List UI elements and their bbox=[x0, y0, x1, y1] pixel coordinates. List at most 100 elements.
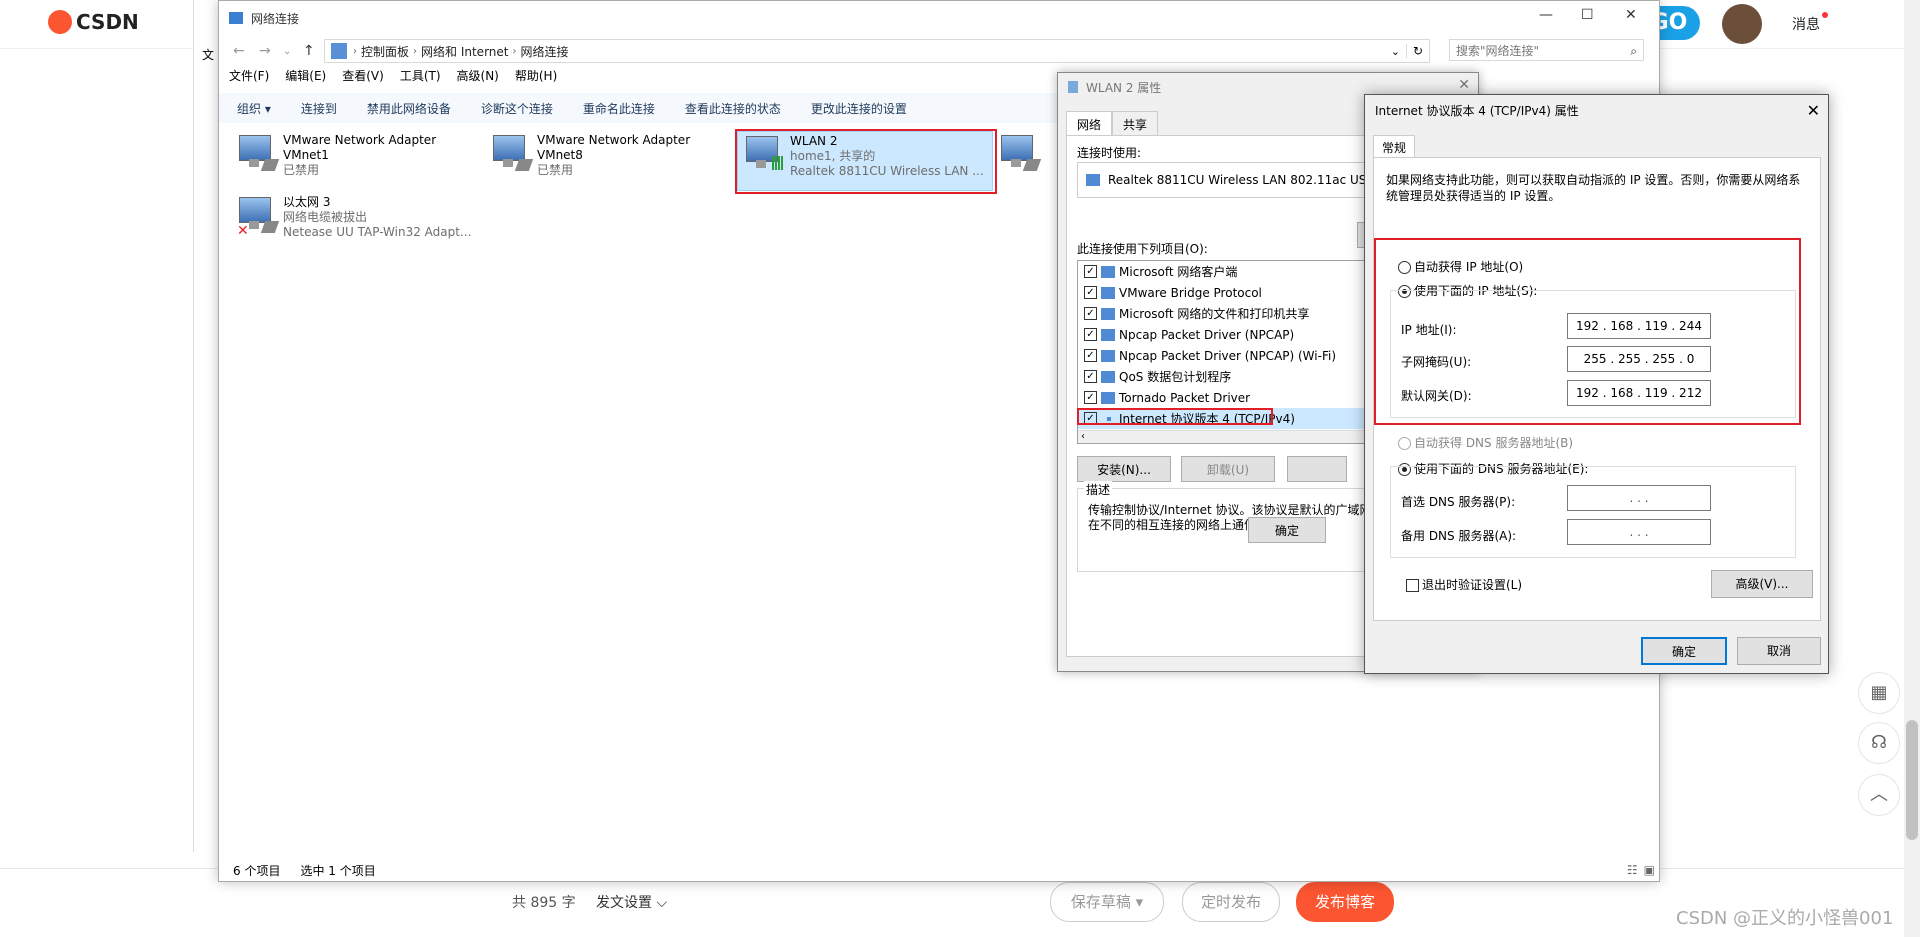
list-item-label: Npcap Packet Driver (NPCAP) bbox=[1119, 327, 1295, 342]
view-toggle-icons[interactable]: ☷▣ bbox=[1627, 863, 1661, 877]
auto-dns-radio[interactable]: 自动获得 DNS 服务器地址(B) bbox=[1398, 434, 1573, 451]
checkbox[interactable]: ✓ bbox=[1084, 328, 1097, 341]
close-icon[interactable]: ✕ bbox=[1807, 101, 1820, 120]
radio-button[interactable] bbox=[1398, 261, 1411, 274]
ok-button[interactable]: 确定 bbox=[1641, 637, 1727, 665]
network-adapter-icon bbox=[491, 133, 534, 173]
word-count: 共 895 字 bbox=[512, 895, 576, 911]
adapter-status: Netease UU TAP-Win32 Adapt... bbox=[283, 225, 472, 239]
headset-icon[interactable]: ☊ bbox=[1858, 722, 1900, 764]
preferred-dns-field[interactable]: . . . bbox=[1567, 485, 1711, 511]
menu-bar: 文件(F) 编辑(E) 查看(V) 工具(T) 高级(N) 帮助(H) bbox=[219, 67, 557, 91]
auto-ip-radio[interactable]: 自动获得 IP 地址(O) bbox=[1398, 258, 1523, 275]
breadcrumb-control-panel[interactable]: 控制面板 bbox=[361, 43, 409, 60]
adapter-status: 已禁用 bbox=[537, 163, 574, 177]
menu-view[interactable]: 查看(V) bbox=[342, 67, 384, 91]
page-scrollbar-thumb[interactable] bbox=[1906, 720, 1918, 840]
menu-tools[interactable]: 工具(T) bbox=[400, 67, 441, 91]
qrcode-icon[interactable]: ▦ bbox=[1858, 672, 1900, 714]
dialog-title: WLAN 2 属性 bbox=[1086, 80, 1162, 95]
menu-advanced[interactable]: 高级(N) bbox=[457, 67, 499, 91]
tab-general[interactable]: 常规 bbox=[1373, 135, 1416, 159]
close-icon[interactable]: ✕ bbox=[1625, 7, 1637, 23]
component-icon bbox=[1101, 370, 1115, 383]
subnet-mask-field[interactable]: 255 . 255 . 255 . 0 bbox=[1567, 346, 1711, 372]
adapter-vmnet1[interactable]: VMware Network Adapter VMnet1 已禁用 bbox=[237, 133, 436, 178]
list-item-label: QoS 数据包计划程序 bbox=[1119, 370, 1232, 384]
checkbox[interactable]: ✓ bbox=[1084, 370, 1097, 383]
alternate-dns-field[interactable]: . . . bbox=[1567, 519, 1711, 545]
back-to-top-icon[interactable]: ︿ bbox=[1858, 774, 1900, 816]
menu-edit[interactable]: 编辑(E) bbox=[285, 67, 326, 91]
avatar[interactable] bbox=[1722, 4, 1762, 44]
csdn-logo[interactable]: CSDN bbox=[48, 10, 139, 34]
adapter-partial[interactable] bbox=[999, 133, 1042, 173]
close-icon[interactable]: ✕ bbox=[1458, 77, 1470, 93]
advanced-button[interactable]: 高级(V)... bbox=[1711, 570, 1813, 598]
search-input[interactable]: 搜索"网络连接" ⌕ bbox=[1449, 39, 1644, 61]
uninstall-button[interactable]: 卸载(U) bbox=[1181, 456, 1275, 482]
checkbox[interactable]: ✓ bbox=[1084, 265, 1097, 278]
up-arrow-icon[interactable]: ↑ bbox=[303, 43, 315, 59]
tab-network[interactable]: 网络 bbox=[1066, 111, 1113, 137]
ok-button[interactable]: 确定 bbox=[1248, 517, 1326, 543]
ipv4-titlebar[interactable]: Internet 协议版本 4 (TCP/IPv4) 属性 bbox=[1365, 95, 1828, 125]
cmd-disable-device[interactable]: 禁用此网络设备 bbox=[367, 100, 451, 117]
component-icon bbox=[1101, 391, 1115, 404]
csdn-logo-icon bbox=[48, 10, 72, 34]
schedule-button[interactable]: 定时发布 bbox=[1182, 882, 1280, 922]
maximize-icon[interactable]: ☐ bbox=[1581, 7, 1594, 23]
component-icon bbox=[1101, 307, 1115, 320]
checkbox[interactable]: ✓ bbox=[1084, 349, 1097, 362]
publish-settings-link[interactable]: 发文设置 ⌵ bbox=[596, 892, 667, 912]
publish-button[interactable]: 发布博客 bbox=[1296, 882, 1394, 922]
highlight-ipv4-item bbox=[1077, 408, 1273, 425]
back-arrow-icon[interactable]: ← bbox=[233, 43, 245, 59]
adapter-line2: 网络电缆被拔出 bbox=[283, 210, 368, 224]
checkbox[interactable]: ✓ bbox=[1084, 307, 1097, 320]
install-button[interactable]: 安装(N)... bbox=[1077, 456, 1171, 482]
tab-sharing[interactable]: 共享 bbox=[1112, 111, 1159, 137]
address-box[interactable]: › 控制面板 › 网络和 Internet › 网络连接 ⌄ ↻ bbox=[324, 39, 1430, 63]
adapter-vmnet8[interactable]: VMware Network Adapter VMnet8 已禁用 bbox=[491, 133, 690, 178]
checkbox[interactable]: ✓ bbox=[1084, 391, 1097, 404]
breadcrumb-network-internet[interactable]: 网络和 Internet bbox=[421, 43, 508, 60]
forward-arrow-icon[interactable]: → bbox=[259, 43, 271, 59]
component-icon bbox=[1101, 349, 1115, 362]
messages-link[interactable]: 消息 bbox=[1792, 14, 1820, 34]
adapter-icon bbox=[1068, 81, 1078, 93]
cmd-organize[interactable]: 组织 ▾ bbox=[237, 100, 271, 117]
validate-checkbox[interactable]: 退出时验证设置(L) bbox=[1406, 576, 1522, 593]
explorer-titlebar[interactable]: 网络连接 bbox=[219, 1, 1659, 35]
caret-down-icon: ▾ bbox=[1135, 893, 1144, 911]
properties-button[interactable] bbox=[1287, 456, 1347, 482]
status-bar: 6 个项目 选中 1 个项目 ☷▣ bbox=[219, 859, 1673, 881]
adapter-icon bbox=[1086, 174, 1100, 186]
menu-help[interactable]: 帮助(H) bbox=[515, 67, 557, 91]
address-dropdown-icon[interactable]: ⌄ bbox=[1391, 45, 1400, 58]
save-draft-button[interactable]: 保存草稿 ▾ bbox=[1050, 882, 1164, 922]
radio-button[interactable] bbox=[1398, 437, 1411, 450]
checkbox[interactable] bbox=[1406, 579, 1419, 592]
minimize-icon[interactable]: — bbox=[1539, 7, 1553, 23]
item-count: 6 个项目 bbox=[233, 863, 281, 878]
recent-chevron-icon[interactable]: ⌄ bbox=[283, 46, 291, 57]
adapter-line2: VMnet1 bbox=[283, 148, 329, 162]
checkbox[interactable]: ✓ bbox=[1084, 286, 1097, 299]
cmd-view-status[interactable]: 查看此连接的状态 bbox=[685, 100, 781, 117]
ip-address-field[interactable]: 192 . 168 . 119 . 244 bbox=[1567, 313, 1711, 339]
cmd-diagnose[interactable]: 诊断这个连接 bbox=[481, 100, 553, 117]
refresh-icon[interactable]: ↻ bbox=[1405, 44, 1423, 58]
cancel-button[interactable]: 取消 bbox=[1737, 637, 1821, 665]
cmd-rename[interactable]: 重命名此连接 bbox=[583, 100, 655, 117]
adapter-status: 已禁用 bbox=[283, 163, 320, 177]
general-tab-panel: 如果网络支持此功能，则可以获取自动指派的 IP 设置。否则，你需要从网络系统管理… bbox=[1373, 157, 1821, 621]
breadcrumb-separator-icon: › bbox=[413, 45, 418, 57]
cmd-change-settings[interactable]: 更改此连接的设置 bbox=[811, 100, 907, 117]
list-item-label: Tornado Packet Driver bbox=[1119, 390, 1251, 405]
breadcrumb-network-connections[interactable]: 网络连接 bbox=[520, 43, 568, 60]
menu-file[interactable]: 文件(F) bbox=[229, 67, 269, 91]
gateway-field[interactable]: 192 . 168 . 119 . 212 bbox=[1567, 380, 1711, 406]
adapter-ethernet3[interactable]: ✕ 以太网 3 网络电缆被拔出 Netease UU TAP-Win32 Ada… bbox=[237, 195, 471, 240]
cmd-connect-to[interactable]: 连接到 bbox=[301, 100, 337, 117]
